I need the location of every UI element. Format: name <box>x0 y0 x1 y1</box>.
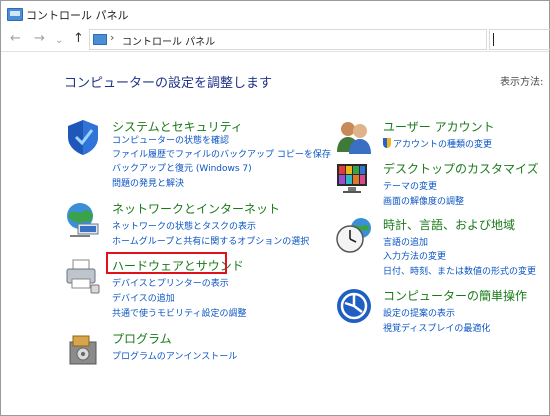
address-bar[interactable]: › コントロール パネル ↻ <box>89 29 487 50</box>
adjust-resolution-link[interactable]: 画面の解像度の調整 <box>383 194 464 207</box>
shield-icon <box>68 120 98 155</box>
change-account-type-link[interactable]: アカウントの種類の変更 <box>383 137 492 150</box>
forward-arrow-icon[interactable]: → <box>34 31 45 47</box>
change-theme-link[interactable]: テーマの変更 <box>383 179 437 192</box>
control-panel-icon <box>93 34 107 45</box>
back-arrow-icon[interactable]: ← <box>10 31 21 47</box>
desktop-customization-icon <box>337 164 367 193</box>
network-internet-link[interactable]: ネットワークとインターネット <box>112 200 280 217</box>
find-fix-problems-link[interactable]: 問題の発見と解決 <box>112 176 184 189</box>
file-history-backup-link[interactable]: ファイル履歴でファイルのバックアップ コピーを保存 <box>112 147 331 160</box>
window-title: コントロール パネル <box>26 9 129 22</box>
suggested-settings-link[interactable]: 設定の提案の表示 <box>383 306 455 319</box>
programs-icon <box>69 335 97 365</box>
change-date-time-format-link[interactable]: 日付、時刻、または数値の形式の変更 <box>383 264 536 277</box>
recent-locations-dropdown-icon[interactable]: ⌄ <box>55 33 63 49</box>
change-input-method-link[interactable]: 入力方法の変更 <box>383 249 446 262</box>
devices-printers-link[interactable]: デバイスとプリンターの表示 <box>112 276 229 289</box>
network-status-tasks-link[interactable]: ネットワークの状態とタスクの表示 <box>112 219 256 232</box>
printer-icon <box>66 259 100 294</box>
add-device-link[interactable]: デバイスの追加 <box>112 291 175 304</box>
appearance-personalization-link[interactable]: デスクトップのカスタマイズ <box>383 160 539 177</box>
breadcrumb-separator-icon[interactable]: › <box>110 31 114 44</box>
clock-language-region-link[interactable]: 時計、言語、および地域 <box>383 216 515 233</box>
page-title: コンピューターの設定を調整します <box>64 76 273 91</box>
optimize-visual-display-link[interactable]: 視覚ディスプレイの最適化 <box>383 321 490 334</box>
uninstall-program-link[interactable]: プログラムのアンインストール <box>112 349 237 362</box>
programs-link[interactable]: プログラム <box>112 330 172 347</box>
title-bar: コントロール パネル <box>1 1 549 27</box>
up-arrow-icon[interactable]: ↑ <box>73 31 84 47</box>
ease-of-access-link[interactable]: コンピューターの簡単操作 <box>383 287 527 304</box>
check-computer-status-link[interactable]: コンピューターの状態を確認 <box>112 133 229 146</box>
control-panel-icon <box>7 8 23 21</box>
globe-network-icon <box>67 203 99 237</box>
text-caret <box>493 33 494 46</box>
backup-restore-link[interactable]: バックアップと復元 (Windows 7) <box>112 161 252 174</box>
search-input[interactable] <box>489 29 550 50</box>
clock-globe-icon <box>336 218 371 253</box>
view-by-label[interactable]: 表示方法: <box>500 73 543 88</box>
users-icon <box>337 122 371 154</box>
add-language-link[interactable]: 言語の追加 <box>383 235 428 248</box>
homegroup-sharing-options-link[interactable]: ホームグループと共有に関するオプションの選択 <box>112 234 309 247</box>
change-account-type-label: アカウントの種類の変更 <box>393 140 493 150</box>
navigation-bar: ← → ⌄ ↑ › コントロール パネル ↻ <box>1 27 550 52</box>
user-accounts-link[interactable]: ユーザー アカウント <box>383 118 495 135</box>
mobility-settings-link[interactable]: 共通で使うモビリティ設定の調整 <box>112 306 246 319</box>
ease-of-access-icon <box>337 289 371 323</box>
uac-shield-icon <box>383 138 391 148</box>
highlight-box <box>106 252 227 274</box>
breadcrumb[interactable]: コントロール パネル <box>122 33 215 48</box>
